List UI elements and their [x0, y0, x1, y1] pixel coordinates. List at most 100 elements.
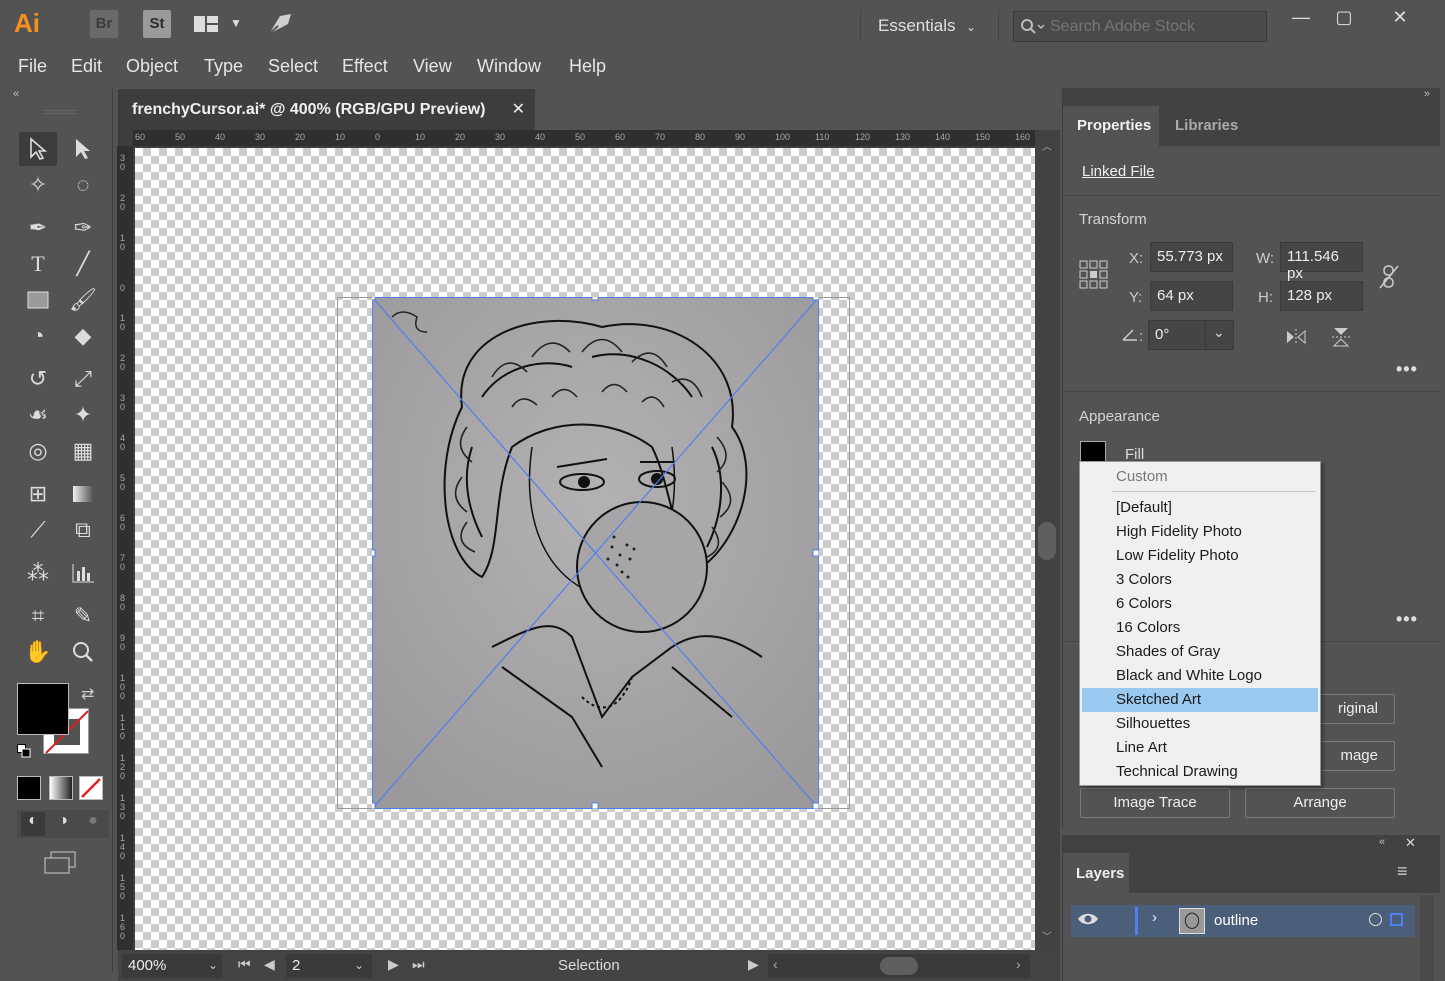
preset-low-fidelity-photo[interactable]: Low Fidelity Photo: [1082, 544, 1318, 568]
expand-panels-icon[interactable]: »: [1424, 88, 1430, 100]
tab-libraries[interactable]: Libraries: [1159, 106, 1249, 146]
layers-menu-icon[interactable]: ≡: [1397, 861, 1408, 882]
preset-3-colors[interactable]: 3 Colors: [1082, 568, 1318, 592]
menu-edit[interactable]: Edit: [71, 56, 102, 77]
draw-inside-icon[interactable]: ●: [81, 812, 105, 836]
menu-help[interactable]: Help: [569, 56, 606, 77]
y-field[interactable]: 64 px: [1150, 281, 1233, 311]
magic-wand-tool-icon[interactable]: ✧: [19, 168, 57, 202]
expand-layer-icon[interactable]: ›: [1152, 909, 1157, 926]
scroll-down-icon[interactable]: ﹀: [1042, 928, 1052, 943]
preset-default[interactable]: [Default]: [1082, 496, 1318, 520]
swap-fill-stroke-icon[interactable]: ⇄: [81, 684, 94, 704]
zoom-field[interactable]: 400% ⌄: [122, 954, 222, 978]
rotate-dropdown-icon[interactable]: ⌄: [1213, 324, 1225, 341]
menu-type[interactable]: Type: [204, 56, 243, 77]
color-mode-button[interactable]: [17, 776, 41, 800]
rotate-tool-icon[interactable]: ↺: [19, 362, 57, 396]
puppet-warp-tool-icon[interactable]: ✦: [64, 398, 102, 432]
preset-silhouettes[interactable]: Silhouettes: [1082, 712, 1318, 736]
screen-mode-icon[interactable]: [43, 850, 77, 876]
menu-window[interactable]: Window: [477, 56, 541, 77]
hand-tool-icon[interactable]: ✋: [19, 635, 57, 669]
scroll-up-icon[interactable]: ︿: [1042, 138, 1052, 153]
layer-name[interactable]: outline: [1214, 912, 1258, 929]
preset-shades-of-gray[interactable]: Shades of Gray: [1082, 640, 1318, 664]
first-artboard-icon[interactable]: ⏮: [238, 956, 251, 973]
preset-line-art[interactable]: Line Art: [1082, 736, 1318, 760]
search-input[interactable]: [1050, 17, 1260, 37]
artboard-canvas[interactable]: [135, 148, 1035, 950]
image-trace-presets-dropdown[interactable]: Custom [Default] High Fidelity Photo Low…: [1079, 461, 1321, 786]
pen-tool-icon[interactable]: ✒: [19, 211, 57, 245]
bridge-button[interactable]: Br: [90, 10, 118, 38]
constrain-proportions-icon[interactable]: [1377, 264, 1401, 295]
line-segment-tool-icon[interactable]: ╱: [64, 247, 102, 281]
blend-tool-icon[interactable]: ⧉: [64, 513, 102, 547]
horizontal-scrollbar[interactable]: ‹ ›: [768, 954, 1030, 978]
visibility-eye-icon[interactable]: [1077, 911, 1099, 932]
close-document-icon[interactable]: ✕: [512, 99, 525, 119]
menu-file[interactable]: File: [18, 56, 47, 77]
menu-effect[interactable]: Effect: [342, 56, 388, 77]
layer-row[interactable]: › outline: [1071, 905, 1415, 937]
perspective-grid-tool-icon[interactable]: ▦: [64, 434, 102, 468]
selection-tool-icon[interactable]: [19, 132, 57, 166]
scale-tool-icon[interactable]: ⤢: [64, 362, 102, 396]
collapse-panel-icon[interactable]: «: [13, 88, 19, 100]
draw-behind-icon[interactable]: ◑: [51, 812, 75, 836]
horizontal-ruler[interactable]: 60 50 40 30 20 10 0 10 20 30 40 50 60 70…: [133, 130, 1035, 146]
panel-grip[interactable]: [45, 110, 75, 114]
eraser-tool-icon[interactable]: ◆: [64, 319, 102, 353]
image-trace-button[interactable]: Image Trace: [1080, 788, 1230, 818]
next-artboard-icon[interactable]: ▶: [388, 956, 399, 973]
gradient-mode-button[interactable]: [49, 776, 73, 800]
chevron-down-icon[interactable]: ▼: [230, 16, 242, 30]
tab-layers[interactable]: Layers: [1063, 853, 1129, 893]
shape-builder-tool-icon[interactable]: ◎: [19, 434, 57, 468]
artboard-number-field[interactable]: 2 ⌄: [286, 954, 372, 978]
menu-select[interactable]: Select: [268, 56, 318, 77]
preset-16-colors[interactable]: 16 Colors: [1082, 616, 1318, 640]
minimize-button[interactable]: —: [1279, 4, 1323, 30]
warp-tool-icon[interactable]: ☙: [19, 398, 57, 432]
lasso-tool-icon[interactable]: ◌: [64, 168, 102, 202]
last-artboard-icon[interactable]: ⏭: [412, 956, 425, 973]
none-mode-button[interactable]: [79, 776, 103, 800]
arrange-documents-icon[interactable]: [193, 14, 221, 34]
paintbrush-tool-icon[interactable]: 🖌: [64, 283, 102, 317]
vertical-scrollbar[interactable]: ︿ ﹀: [1035, 130, 1060, 950]
status-mode[interactable]: Selection: [558, 957, 620, 974]
transform-more-options-icon[interactable]: •••: [1396, 359, 1418, 380]
x-field[interactable]: 55.773 px: [1150, 242, 1233, 272]
selection-bounding-box[interactable]: [372, 297, 819, 809]
symbol-sprayer-tool-icon[interactable]: ⁂: [19, 556, 57, 590]
maximize-button[interactable]: ▢: [1322, 4, 1366, 30]
eyedropper-tool-icon[interactable]: ⟋: [19, 513, 57, 547]
shaper-tool-icon[interactable]: ◔: [19, 319, 57, 353]
curvature-tool-icon[interactable]: ✑: [64, 211, 102, 245]
scroll-left-icon[interactable]: ‹: [773, 956, 778, 972]
column-graph-tool-icon[interactable]: [64, 556, 102, 590]
menu-view[interactable]: View: [413, 56, 452, 77]
workspace-chevron-icon[interactable]: ⌄: [966, 20, 976, 34]
stock-button[interactable]: St: [143, 10, 171, 38]
vertical-ruler[interactable]: 3 0 2 0 1 0 0 1 0 2 0 3 0 4 0 5 0 6 0 7 …: [117, 146, 133, 950]
tab-properties[interactable]: Properties: [1063, 106, 1159, 146]
default-fill-stroke-icon[interactable]: [17, 744, 31, 758]
menu-object[interactable]: Object: [126, 56, 178, 77]
artboard-dropdown-icon[interactable]: ⌄: [354, 958, 364, 972]
flip-vertical-icon[interactable]: [1331, 326, 1351, 353]
rotate-field[interactable]: 0° ⌄: [1148, 320, 1234, 350]
preset-6-colors[interactable]: 6 Colors: [1082, 592, 1318, 616]
preset-technical-drawing[interactable]: Technical Drawing: [1082, 760, 1318, 784]
gradient-tool-icon[interactable]: [64, 477, 102, 511]
flip-horizontal-icon[interactable]: [1285, 328, 1307, 351]
gpu-performance-icon[interactable]: [266, 12, 294, 43]
close-layers-icon[interactable]: ✕: [1405, 835, 1416, 851]
slice-tool-icon[interactable]: ✎: [64, 599, 102, 633]
stock-search[interactable]: [1013, 11, 1267, 42]
mesh-tool-icon[interactable]: ⊞: [19, 477, 57, 511]
arrange-button[interactable]: Arrange: [1245, 788, 1395, 818]
previous-artboard-icon[interactable]: ◀: [264, 956, 275, 973]
